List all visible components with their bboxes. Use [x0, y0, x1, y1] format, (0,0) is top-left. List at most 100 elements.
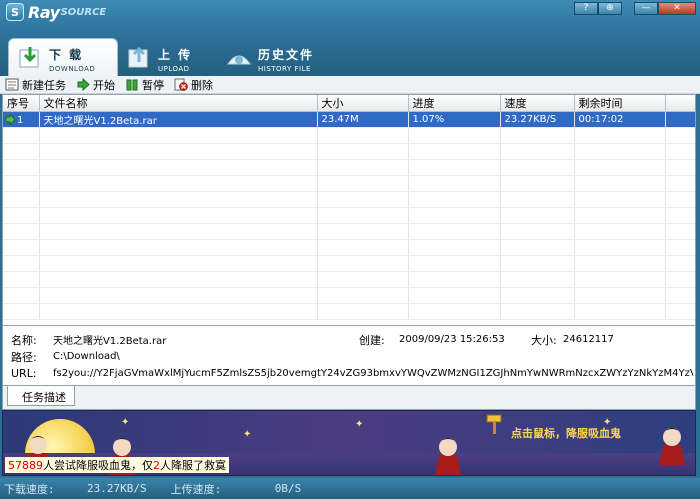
cell-empty [665, 111, 695, 128]
empty-cell [408, 127, 501, 144]
detail-created-value: 2009/09/23 15:26:53 [399, 334, 505, 345]
upload-speed-label: 上传速度: [170, 482, 222, 496]
empty-cell [665, 159, 695, 176]
delete-button[interactable]: 删除 [174, 77, 213, 93]
download-icon [19, 47, 39, 68]
empty-cell [39, 159, 318, 176]
empty-cell [39, 239, 318, 256]
empty-cell [317, 255, 409, 272]
empty-cell [574, 175, 666, 192]
tab-history[interactable]: 历史文件 HISTORY FILE [218, 38, 368, 76]
empty-cell [500, 255, 575, 272]
tab-download-sublabel: DOWNLOAD [49, 65, 96, 73]
empty-cell [500, 303, 575, 320]
column-header-index[interactable]: 序号 [3, 95, 40, 112]
column-header-name[interactable]: 文件名称 [39, 95, 318, 112]
new-task-button[interactable]: 新建任务 [5, 77, 66, 93]
empty-cell [39, 255, 318, 272]
empty-cell [665, 303, 695, 320]
empty-cell [665, 271, 695, 288]
empty-cell [3, 287, 40, 304]
empty-cell [39, 143, 318, 160]
empty-cell [500, 271, 575, 288]
delete-icon [174, 78, 188, 91]
minimize-button[interactable]: — [634, 2, 658, 15]
start-label: 开始 [93, 78, 115, 92]
vampire-figure [435, 438, 461, 475]
empty-row [3, 191, 695, 208]
empty-cell [574, 239, 666, 256]
empty-cell [317, 191, 409, 208]
detail-name-value: 天地之曙光V1.2Beta.rar [53, 336, 167, 347]
empty-cell [39, 175, 318, 192]
empty-row [3, 239, 695, 256]
task-table[interactable]: 序号 文件名称 大小 进度 速度 剩余时间 1 天地之曙光V1.2Beta.ra… [2, 94, 696, 326]
empty-cell [665, 239, 695, 256]
empty-row [3, 127, 695, 144]
empty-cell [317, 303, 409, 320]
empty-cell [665, 207, 695, 224]
detail-name-label: 名称: [11, 333, 37, 347]
logo-ray-text: Ray [28, 2, 60, 22]
empty-cell [500, 127, 575, 144]
title-bar[interactable]: S Ray SOURCE ? ⊕ — ✕ 下 载 DOWNLOAD 上 传 UP… [0, 0, 700, 76]
empty-cell [317, 175, 409, 192]
empty-cell [574, 271, 666, 288]
close-button[interactable]: ✕ [658, 2, 696, 15]
empty-row [3, 223, 695, 240]
column-header-speed[interactable]: 速度 [500, 95, 575, 112]
banner-text-end: 人降服了救寞 [160, 459, 226, 472]
column-header-remaining[interactable]: 剩余时间 [574, 95, 666, 112]
download-speed-label: 下载速度: [4, 482, 55, 496]
status-bar: 下载速度: 23.27KB/S 上传速度: 0B/S [0, 478, 700, 499]
empty-cell [574, 143, 666, 160]
detail-url-value[interactable]: fs2you://Y2FjaGVmaWxlMjYucmF5ZmlsZS5jb20… [53, 368, 693, 379]
column-header-progress[interactable]: 进度 [408, 95, 501, 112]
empty-cell [408, 159, 501, 176]
empty-cell [665, 143, 695, 160]
empty-cell [408, 191, 501, 208]
empty-cell [3, 239, 40, 256]
empty-cell [408, 175, 501, 192]
empty-cell [408, 287, 501, 304]
empty-cell [317, 207, 409, 224]
empty-cell [574, 303, 666, 320]
empty-cell [408, 255, 501, 272]
tab-upload-label: 上 传 [158, 47, 193, 62]
empty-cell [500, 287, 575, 304]
empty-cell [408, 271, 501, 288]
upload-speed-value: 0B/S [274, 482, 302, 495]
start-button[interactable]: 开始 [76, 77, 115, 93]
empty-cell [574, 287, 666, 304]
column-header-size[interactable]: 大小 [317, 95, 409, 112]
empty-cell [500, 239, 575, 256]
history-file-icon [227, 55, 251, 65]
empty-row [3, 287, 695, 304]
empty-cell [317, 239, 409, 256]
empty-cell [317, 127, 409, 144]
empty-row [3, 159, 695, 176]
cell-name: 天地之曙光V1.2Beta.rar [39, 111, 318, 128]
column-header-empty [665, 95, 695, 112]
detail-path-label: 路径: [11, 350, 37, 364]
empty-cell [3, 159, 40, 176]
empty-cell [408, 223, 501, 240]
empty-row [3, 271, 695, 288]
empty-cell [408, 239, 501, 256]
table-row[interactable]: 1 天地之曙光V1.2Beta.rar 23.47M 1.07% 23.27KB… [3, 111, 695, 128]
pause-icon [126, 79, 138, 91]
empty-cell [317, 223, 409, 240]
skin-button[interactable]: ⊕ [598, 2, 622, 15]
pause-button[interactable]: 暂停 [125, 77, 164, 93]
tab-upload[interactable]: 上 传 UPLOAD [118, 38, 218, 76]
empty-cell [574, 207, 666, 224]
tab-task-description[interactable]: 任务描述 [7, 386, 75, 406]
help-button[interactable]: ? [574, 2, 598, 15]
window-controls: ? ⊕ — ✕ [574, 2, 696, 15]
empty-cell [665, 191, 695, 208]
ad-banner[interactable]: ✦ ✦ ✦ ✦ 点击鼠标，降服吸血鬼 57889人尝试降服吸血鬼，仅2人降服了救… [2, 410, 696, 476]
empty-cell [39, 271, 318, 288]
tab-history-label: 历史文件 [258, 47, 315, 62]
tab-download[interactable]: 下 载 DOWNLOAD [8, 38, 118, 76]
empty-cell [574, 191, 666, 208]
